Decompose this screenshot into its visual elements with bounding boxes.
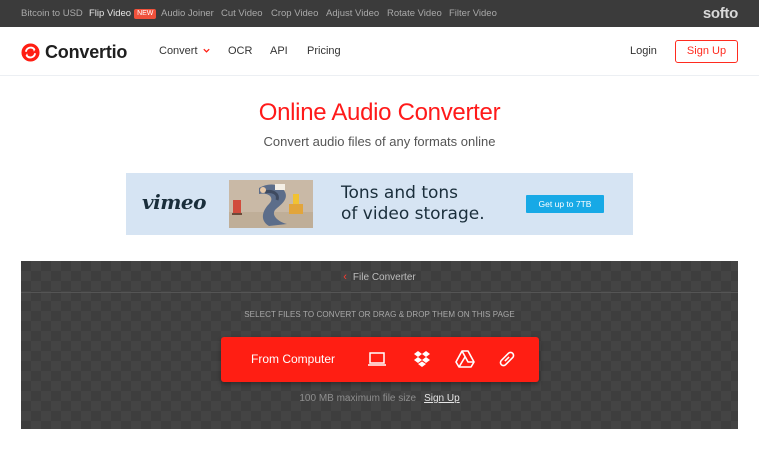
panel-signup-link[interactable]: Sign Up [424,393,460,404]
drop-hint: SELECT FILES TO CONVERT OR DRAG & DROP T… [244,310,515,319]
nav-convert-menu[interactable]: Convert [159,27,211,76]
file-size-limit-text: 100 MB maximum file size [299,393,417,404]
url-link-icon[interactable] [497,349,517,369]
topbar-link-audio-joiner[interactable]: Audio Joiner [161,0,214,27]
page-subtitle: Convert audio files of any formats onlin… [263,134,496,149]
nav-pricing[interactable]: Pricing [307,27,341,76]
login-link[interactable]: Login [630,27,657,76]
vimeo-ad-banner[interactable]: vimeo Tons and tons of video storage. Ge… [126,173,633,235]
convertio-logo[interactable]: Convertio [21,40,127,64]
file-size-limit: 100 MB maximum file size Sign Up [21,393,738,404]
new-badge: NEW [134,9,157,19]
ad-headline-line-1: Tons and tons [341,183,459,203]
dropbox-icon[interactable] [412,349,432,369]
topbar-link-rotate-video[interactable]: Rotate Video [387,0,442,27]
vimeo-logo: vimeo [142,190,206,214]
google-drive-icon[interactable] [455,349,475,369]
ad-illustration [229,180,313,228]
topbar-link-crop-video[interactable]: Crop Video [271,0,318,27]
softo-logo[interactable]: softo [703,0,738,27]
breadcrumb-label[interactable]: File Converter [353,272,416,283]
topbar-link-flip-video[interactable]: Flip Video NEW [89,0,157,27]
topbar-link-filter-video[interactable]: Filter Video [449,0,497,27]
nav-ocr[interactable]: OCR [228,27,252,76]
chevron-down-icon [202,48,210,53]
from-computer-button[interactable]: From Computer [251,337,335,382]
logo-wordmark: Convertio [45,41,128,62]
topbar-link-label: Flip Video [89,8,132,19]
top-tools-bar: Bitcoin to USD Flip Video NEW Audio Joine… [0,0,759,27]
chevron-left-icon[interactable]: ‹ [343,271,347,283]
signup-button[interactable]: Sign Up [675,40,738,63]
file-source-picker: From Computer [221,337,539,382]
convertio-logo-icon [21,42,40,62]
topbar-link-cut-video[interactable]: Cut Video [221,0,263,27]
main-nav: Convertio Convert OCR API Pricing Login … [0,27,759,76]
ad-headline: Tons and tons of video storage. [341,183,485,225]
ad-cta-button[interactable]: Get up to 7TB [526,195,604,213]
topbar-link-adjust-video[interactable]: Adjust Video [326,0,379,27]
laptop-icon[interactable] [367,349,387,369]
nav-api[interactable]: API [270,27,288,76]
file-converter-panel[interactable]: ‹ File Converter SELECT FILES TO CONVERT … [21,261,738,429]
breadcrumb: ‹ File Converter [21,261,738,293]
topbar-link-bitcoin-to-usd[interactable]: Bitcoin to USD [21,0,83,27]
ad-headline-line-2: of video storage. [341,204,485,224]
nav-convert-label: Convert [159,45,198,57]
page-title: Online Audio Converter [258,99,501,126]
